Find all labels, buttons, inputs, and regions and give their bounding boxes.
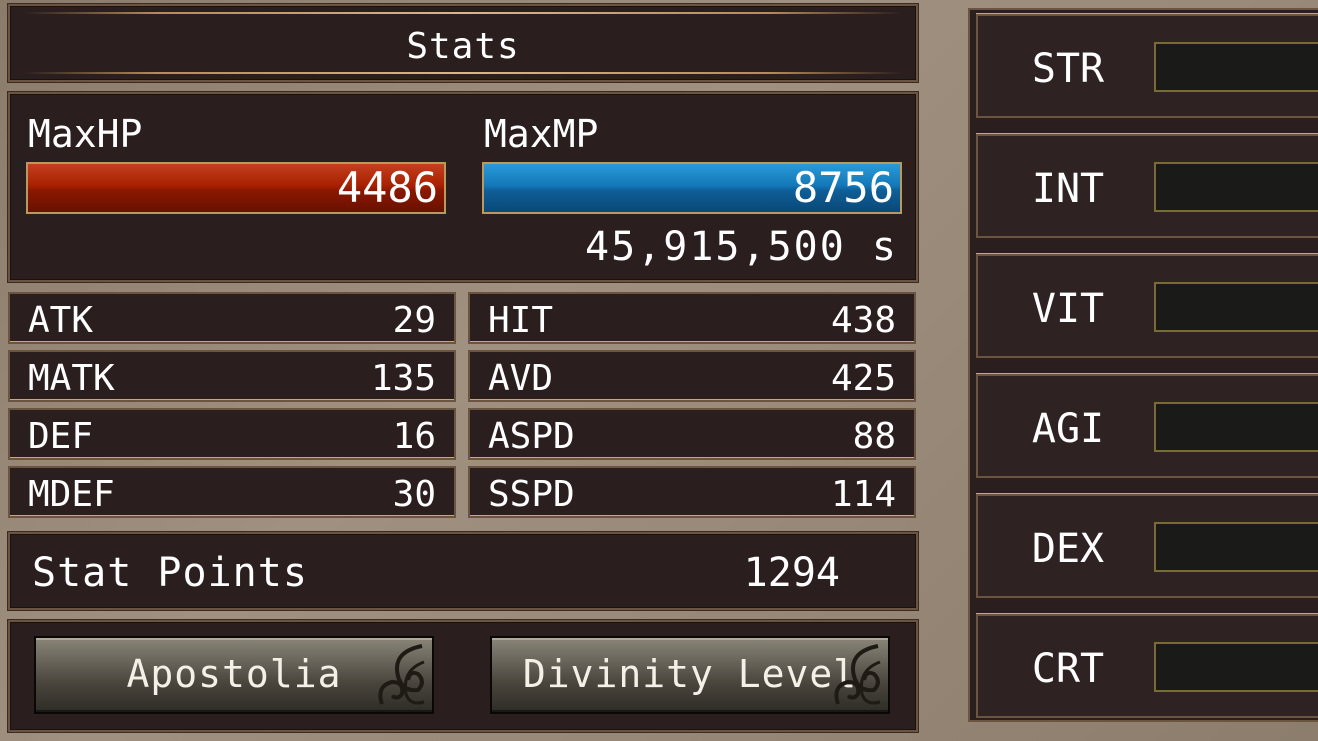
max-mp-label: MaxMP bbox=[484, 112, 599, 156]
attribute-row-int: INT bbox=[976, 134, 1318, 238]
stat-name: DEF bbox=[28, 416, 94, 457]
stat-row-mdef: MDEF 30 bbox=[8, 466, 456, 518]
stat-row-sspd: SSPD 114 bbox=[468, 466, 916, 518]
attribute-name: DEX bbox=[1031, 526, 1105, 572]
attribute-row-str: STR bbox=[976, 14, 1318, 118]
title-bottom-divider bbox=[24, 72, 902, 74]
stat-row-aspd: ASPD 88 bbox=[468, 408, 916, 460]
stat-row-hit: HIT 438 bbox=[468, 292, 916, 344]
stat-points-value: 1294 bbox=[743, 550, 840, 596]
attribute-row-dex: DEX bbox=[976, 494, 1318, 598]
stat-value: 88 bbox=[852, 416, 896, 457]
stat-name: SSPD bbox=[488, 474, 575, 515]
stats-title-panel: Stats bbox=[8, 4, 918, 82]
stat-value: 135 bbox=[370, 358, 436, 399]
stat-name: ATK bbox=[28, 300, 94, 341]
stat-row-atk: ATK 29 bbox=[8, 292, 456, 344]
stat-name: HIT bbox=[488, 300, 554, 341]
attribute-value-box[interactable] bbox=[1154, 282, 1318, 332]
attribute-name: CRT bbox=[1031, 646, 1105, 692]
attribute-value-box[interactable] bbox=[1154, 642, 1318, 692]
attribute-value-box[interactable] bbox=[1154, 42, 1318, 92]
attribute-row-agi: AGI bbox=[976, 374, 1318, 478]
stat-row-matk: MATK 135 bbox=[8, 350, 456, 402]
attribute-row-vit: VIT bbox=[976, 254, 1318, 358]
max-hp-bar: 4486 bbox=[26, 162, 446, 214]
stat-value: 29 bbox=[392, 300, 436, 341]
stat-points-panel: Stat Points 1294 bbox=[8, 532, 918, 610]
stat-value: 114 bbox=[830, 474, 896, 515]
attribute-row-crt: CRT bbox=[976, 614, 1318, 718]
stat-row-avd: AVD 425 bbox=[468, 350, 916, 402]
page-title: Stats bbox=[406, 26, 520, 67]
attribute-value-box[interactable] bbox=[1154, 522, 1318, 572]
attribute-name: INT bbox=[1031, 166, 1105, 212]
divinity-level-button[interactable]: Divinity Level bbox=[490, 636, 890, 714]
apostolia-button[interactable]: Apostolia bbox=[34, 636, 434, 714]
stat-value: 16 bbox=[392, 416, 436, 457]
attribute-name: AGI bbox=[1031, 406, 1105, 452]
stat-name: ASPD bbox=[488, 416, 575, 457]
action-buttons-panel: Apostolia Divinity Level bbox=[8, 620, 918, 732]
stat-points-label: Stat Points bbox=[32, 550, 308, 596]
stat-name: AVD bbox=[488, 358, 554, 399]
swirl-ornament-icon bbox=[834, 644, 881, 705]
hp-mp-panel: MaxHP MaxMP 4486 8756 45,915,500 s bbox=[8, 92, 918, 282]
stat-value: 438 bbox=[830, 300, 896, 341]
title-top-divider bbox=[24, 12, 902, 14]
swirl-ornament-icon bbox=[378, 644, 425, 705]
max-mp-bar: 8756 bbox=[482, 162, 902, 214]
currency-amount: 45,915,500 s bbox=[585, 224, 898, 270]
stat-name: MATK bbox=[28, 358, 115, 399]
stat-row-def: DEF 16 bbox=[8, 408, 456, 460]
attribute-name: VIT bbox=[1031, 286, 1105, 332]
max-hp-label: MaxHP bbox=[28, 112, 143, 156]
max-mp-value: 8756 bbox=[792, 163, 894, 212]
stat-name: MDEF bbox=[28, 474, 115, 515]
attribute-name: STR bbox=[1031, 46, 1105, 92]
stat-value: 425 bbox=[830, 358, 896, 399]
attribute-value-box[interactable] bbox=[1154, 162, 1318, 212]
max-hp-value: 4486 bbox=[336, 163, 438, 212]
stat-value: 30 bbox=[392, 474, 436, 515]
attribute-value-box[interactable] bbox=[1154, 402, 1318, 452]
